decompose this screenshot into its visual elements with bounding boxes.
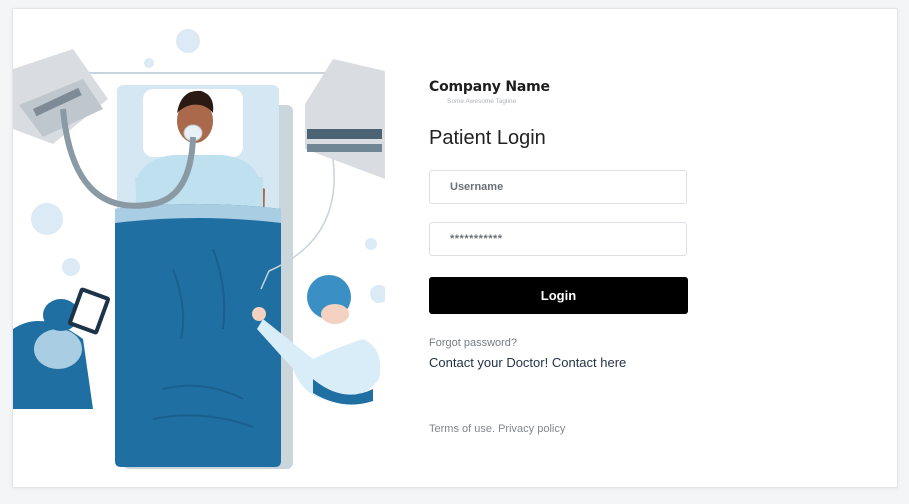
login-form-panel: Company Name Some Awesome Tagline Patien… bbox=[429, 9, 729, 487]
forgot-password-link[interactable]: Forgot password? bbox=[429, 337, 517, 349]
company-tagline: Some Awesome Tagline bbox=[447, 98, 517, 105]
login-card: Company Name Some Awesome Tagline Patien… bbox=[12, 8, 898, 488]
footer-legal: Terms of use. Privacy policy bbox=[429, 423, 565, 435]
login-button[interactable]: Login bbox=[429, 277, 688, 314]
ventilator-right bbox=[305, 59, 385, 179]
terms-link[interactable]: Terms of use. bbox=[429, 423, 495, 435]
doctor-left bbox=[13, 287, 111, 409]
contact-prefix: Contact your Doctor! bbox=[429, 355, 549, 370]
username-input[interactable] bbox=[429, 170, 687, 204]
hospital-patient-illustration bbox=[13, 29, 385, 469]
company-name: Company Name bbox=[429, 79, 550, 95]
contact-doctor-text: Contact your Doctor! Contact here bbox=[429, 355, 626, 370]
page-title: Patient Login bbox=[429, 127, 546, 149]
contact-here-link[interactable]: Contact here bbox=[552, 355, 626, 370]
privacy-link[interactable]: Privacy policy bbox=[498, 423, 565, 435]
password-input[interactable] bbox=[429, 222, 687, 256]
ventilator-left bbox=[13, 49, 108, 144]
